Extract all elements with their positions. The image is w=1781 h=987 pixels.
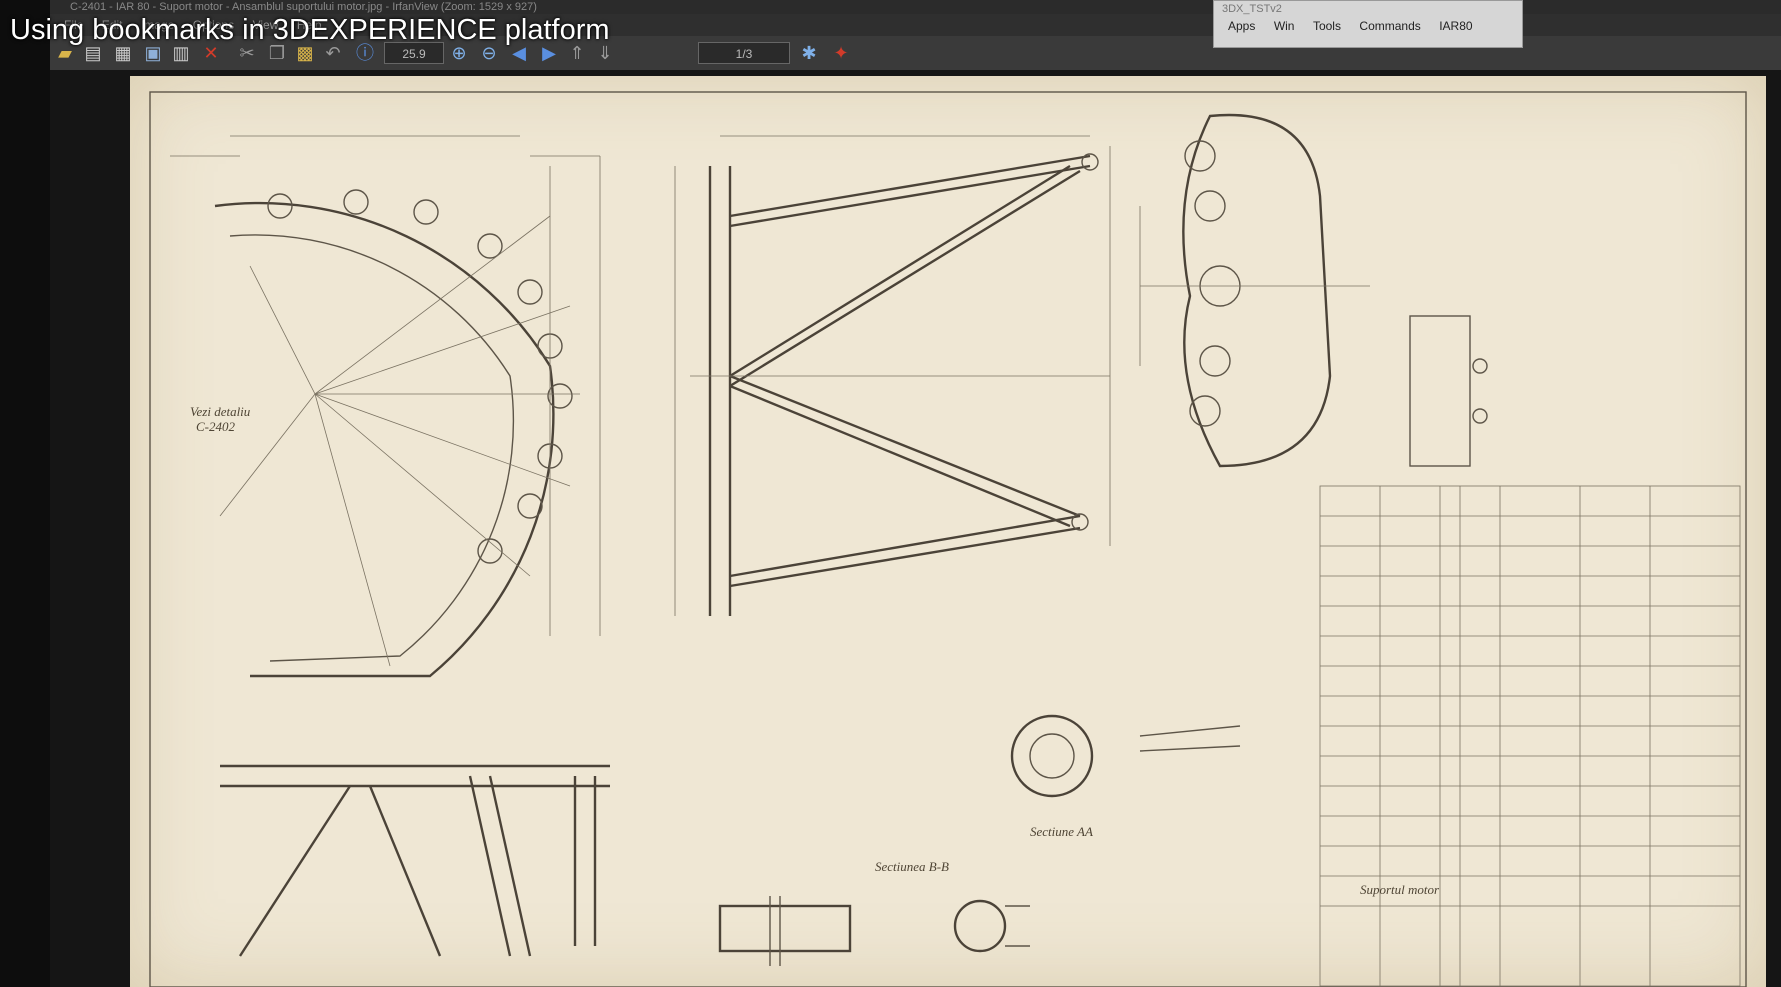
technical-drawing-sheet: Vezi detaliu C-2402 Suportul motor Secti…	[130, 76, 1766, 987]
image-canvas[interactable]: Vezi detaliu C-2402 Suportul motor Secti…	[50, 70, 1781, 987]
about-icon[interactable]: ✦	[830, 42, 852, 64]
3dx-menu-tools[interactable]: Tools	[1313, 19, 1341, 33]
drawing-linework: Vezi detaliu C-2402 Suportul motor Secti…	[149, 91, 1747, 987]
tools-icon[interactable]: ✱	[798, 42, 820, 64]
vezi-detaliu-label: Vezi detaliu	[190, 404, 251, 419]
3dx-menu-iar80[interactable]: IAR80	[1439, 19, 1472, 33]
3dx-menu-commands[interactable]: Commands	[1359, 19, 1420, 33]
3dx-panel-title: 3DX_TSTv2	[1222, 3, 1282, 15]
bottom-title-label: Suportul motor	[1360, 882, 1440, 897]
left-black-strip	[0, 0, 50, 987]
detaliu-ref-label: C-2402	[196, 419, 236, 434]
section-bb-label: Sectiunea B-B	[875, 859, 949, 874]
video-title-overlay: Using bookmarks in 3DEXPERIENCE platform	[10, 14, 610, 46]
3dx-menu-apps[interactable]: Apps	[1228, 19, 1255, 33]
3dx-panel: 3DX_TSTv2 Apps Win Tools Commands IAR80	[1213, 0, 1523, 48]
3dx-menu-win[interactable]: Win	[1274, 19, 1295, 33]
3dx-menu: Apps Win Tools Commands IAR80	[1214, 17, 1522, 35]
page-indicator[interactable]: 1/3	[698, 42, 790, 64]
section-aa-label: Sectiune AA	[1030, 824, 1093, 839]
